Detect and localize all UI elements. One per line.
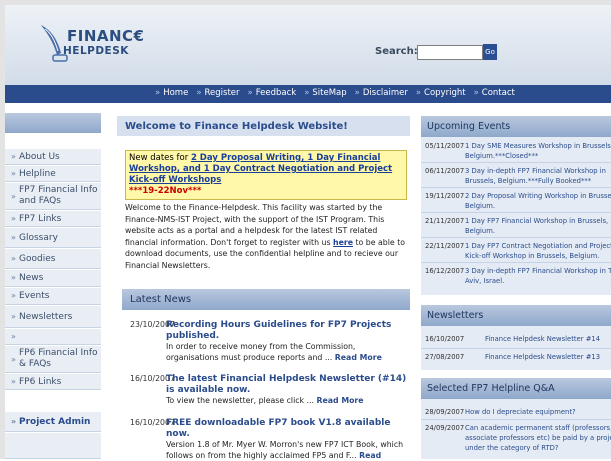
event-date: 19/11/2007: [425, 192, 465, 200]
sidebar-header: [5, 113, 101, 133]
divider: [421, 237, 611, 238]
event-text[interactable]: 1 Day FP7 Financial Workshop in Brussels…: [465, 216, 611, 236]
nav-links: » Home » Register » Feedback » SiteMap » Disc…: [155, 88, 515, 98]
sidebar-item-newsletters[interactable]: » Newsletters: [5, 306, 101, 328]
nav-copyright[interactable]: » Copyright: [416, 88, 466, 98]
latest-news-heading: Latest News: [122, 289, 410, 310]
read-more-link[interactable]: Read: [359, 451, 381, 460]
site-header: FINANC€ HELPDESK Search: Go: [5, 5, 611, 85]
workshop-notice: New dates for 2 Day Proposal Writing, 1 …: [125, 150, 407, 200]
sidebar-item-fp6-links[interactable]: » FP6 Links: [5, 374, 101, 390]
newsletter-date: 16/10/2007: [425, 335, 465, 343]
search-input[interactable]: [417, 45, 483, 60]
notice-dates: ***19-22Nov***: [129, 186, 202, 196]
sidebar-item-glossary[interactable]: » Glossary: [5, 228, 101, 248]
nav-home[interactable]: » Home: [155, 88, 188, 98]
sidebar-item-fp7-financial-info[interactable]: » FP7 Financial Info and FAQs: [5, 183, 101, 210]
divider: [421, 419, 611, 420]
logo-text-finance[interactable]: FINANC€: [67, 27, 145, 45]
search-label: Search:: [375, 46, 418, 57]
event-date: 06/11/2007: [425, 167, 465, 175]
helpline-qa-heading: Selected FP7 Helpline Q&A: [421, 378, 611, 399]
read-more-link[interactable]: Read More: [316, 396, 363, 405]
newsletter-date: 27/08/2007: [425, 353, 465, 361]
sidebar-item-project-admin[interactable]: » Project Admin: [5, 412, 101, 432]
newsletters-heading: Newsletters: [421, 305, 611, 326]
upcoming-events-heading: Upcoming Events: [421, 116, 611, 137]
sidebar-item-events[interactable]: » Events: [5, 288, 101, 305]
divider: [421, 187, 611, 188]
nav-sitemap[interactable]: » SiteMap: [304, 88, 346, 98]
news-title-link[interactable]: FREE downloadable FP7 book V1.8 availabl…: [166, 418, 410, 440]
sidebar-item-blank[interactable]: »: [5, 329, 101, 345]
qa-panel: 28/09/2007 How do I depreciate equipment…: [421, 399, 611, 459]
sidebar-item-fp7-links[interactable]: » FP7 Links: [5, 211, 101, 227]
welcome-heading: Welcome to Finance Helpdesk Website!: [117, 116, 410, 136]
logo-text-helpdesk[interactable]: HELPDESK: [63, 45, 129, 57]
event-date: 16/12/2007: [425, 267, 465, 275]
qa-date: 24/09/2007: [425, 424, 465, 432]
sidebar-item-helpline[interactable]: » Helpline: [5, 166, 101, 182]
sidebar-item-goodies[interactable]: » Goodies: [5, 249, 101, 269]
events-panel: 05/11/2007 1 Day SME Measures Workshop i…: [421, 137, 611, 295]
event-text[interactable]: 1 Day SME Measures Workshop in Brussels,…: [465, 141, 611, 161]
top-navbar: » Home » Register » Feedback » SiteMap » Disc…: [5, 85, 611, 103]
qa-question-link[interactable]: Can academic permanent staff (professors…: [465, 423, 611, 453]
divider: [421, 212, 611, 213]
event-date: 05/11/2007: [425, 142, 465, 150]
nav-feedback[interactable]: » Feedback: [248, 88, 297, 98]
divider: [421, 262, 611, 263]
read-more-link[interactable]: Read More: [335, 353, 382, 362]
divider: [421, 348, 611, 349]
search-go-button[interactable]: Go: [483, 44, 497, 60]
register-here-link[interactable]: here: [333, 238, 353, 247]
nav-register[interactable]: » Register: [196, 88, 239, 98]
event-text[interactable]: 3 Day in-depth FP7 Financial Workshop in…: [465, 266, 611, 286]
sidebar-item-news[interactable]: » News: [5, 270, 101, 287]
sidebar-item-fp6-financial-info[interactable]: » FP6 Financial Info & FAQs: [5, 346, 101, 373]
newsletter-link[interactable]: Finance Helpdesk Newsletter #13: [485, 352, 611, 362]
news-summary: In order to receive money from the Commi…: [166, 342, 356, 362]
divider: [421, 162, 611, 163]
nav-disclaimer[interactable]: » Disclaimer: [355, 88, 408, 98]
event-date: 21/11/2007: [425, 217, 465, 225]
newsletters-panel: 16/10/2007 Finance Helpdesk Newsletter #…: [421, 326, 611, 370]
news-title-link[interactable]: The latest Financial Helpdesk Newsletter…: [166, 374, 410, 396]
notice-prefix: New dates for: [129, 153, 191, 163]
event-text[interactable]: 2 Day Proposal Writing Workshop in Bruss…: [465, 191, 611, 211]
news-summary: To view the newsletter, please click ...: [166, 396, 314, 405]
event-text[interactable]: 1 Day FP7 Contract Negotiation and Proje…: [465, 241, 611, 261]
news-title-link[interactable]: Recording Hours Guidelines for FP7 Proje…: [166, 320, 410, 342]
qa-date: 28/09/2007: [425, 408, 465, 416]
event-date: 22/11/2007: [425, 242, 465, 250]
sidebar-filler: [5, 433, 101, 459]
sidebar-item-about-us[interactable]: » About Us: [5, 149, 101, 165]
newsletter-link[interactable]: Finance Helpdesk Newsletter #14: [485, 334, 611, 344]
event-text[interactable]: 3 Day in-depth FP7 Financial Workshop in…: [465, 166, 611, 186]
qa-question-link[interactable]: How do I depreciate equipment?: [465, 407, 611, 417]
nav-contact[interactable]: » Contact: [474, 88, 515, 98]
welcome-intro: Welcome to the Finance-Helpdesk. This fa…: [125, 202, 410, 271]
